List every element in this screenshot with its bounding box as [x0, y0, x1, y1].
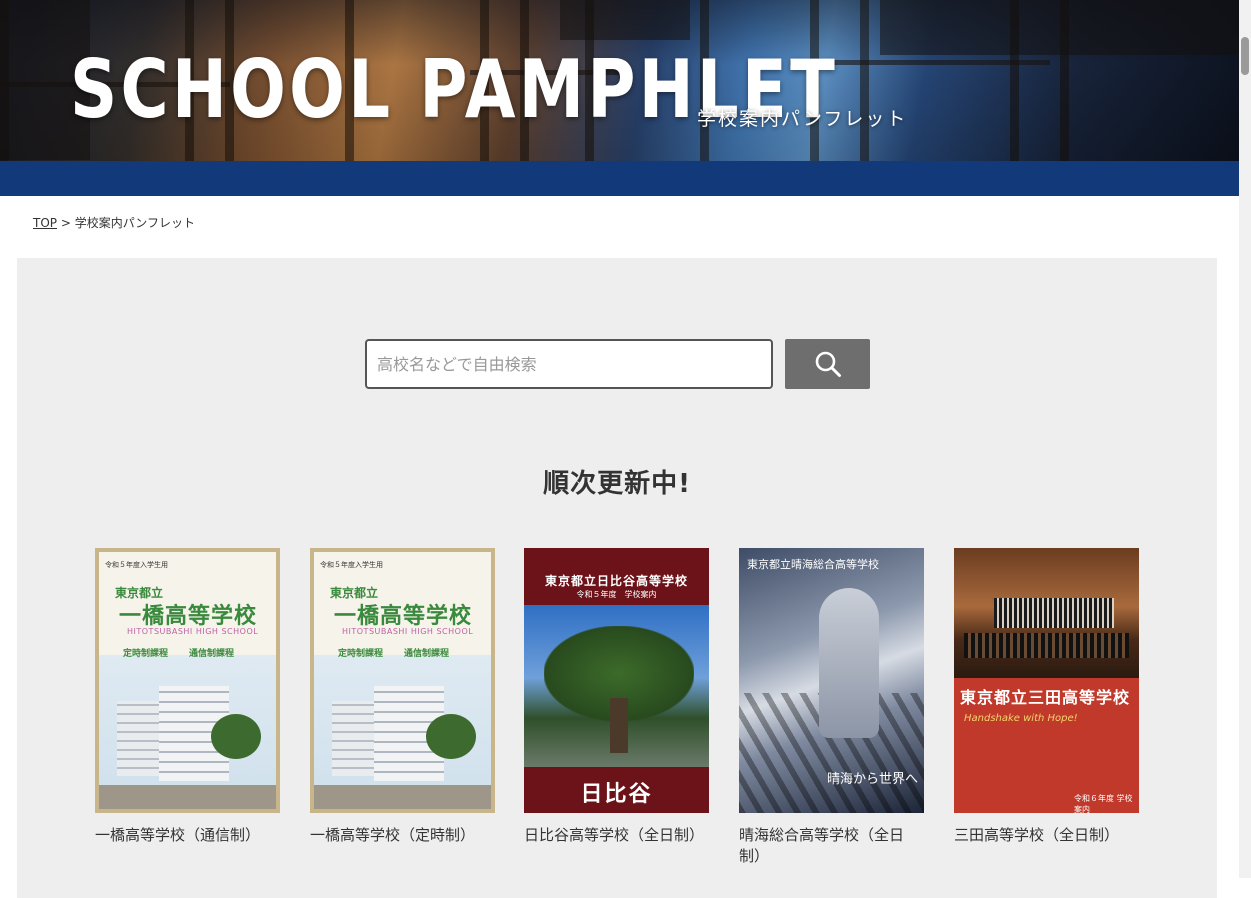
pamphlet-title[interactable]: 晴海総合高等学校（全日制）: [739, 825, 924, 867]
cover-tagline: 晴海から世界へ: [826, 772, 918, 787]
pamphlet-title[interactable]: 三田高等学校（全日制）: [954, 825, 1139, 846]
pamphlet-cover[interactable]: 東京都立三田高等学校 Handshake with Hope! 令和６年度 学校…: [954, 548, 1139, 813]
search-icon: [815, 351, 841, 377]
pamphlet-title[interactable]: 一橋高等学校（定時制）: [310, 825, 495, 846]
cover-course-a: 定時制課程: [338, 649, 384, 659]
breadcrumb-separator: >: [57, 216, 75, 230]
cover-bottom-title: 日比谷: [580, 782, 653, 807]
scrollbar-thumb[interactable]: [1241, 37, 1249, 75]
cover-top-note: 令和５年度入学生用: [105, 561, 168, 569]
pamphlet-title[interactable]: 日比谷高等学校（全日制）: [524, 825, 709, 846]
cover-footer: 令和６年度 学校案内: [1074, 794, 1133, 813]
cover-top-note: 令和５年度入学生用: [320, 561, 383, 569]
cover-course-b: 通信制課程: [404, 649, 450, 659]
pamphlet-card[interactable]: 令和５年度入学生用 東京都立 一橋高等学校 HITOTSUBASHI HIGH …: [310, 548, 495, 846]
cover-tagline: Handshake with Hope!: [964, 713, 1078, 724]
page-scrollbar[interactable]: [1239, 0, 1251, 878]
cover-title: 東京都立晴海総合高等学校: [747, 558, 879, 571]
cover-name-large: 一橋高等学校: [334, 604, 473, 629]
pamphlet-cover[interactable]: 令和５年度入学生用 東京都立 一橋高等学校 HITOTSUBASHI HIGH …: [95, 548, 280, 813]
pamphlet-title[interactable]: 一橋高等学校（通信制）: [95, 825, 280, 846]
breadcrumb: TOP > 学校案内パンフレット: [33, 214, 195, 231]
breadcrumb-current: 学校案内パンフレット: [74, 216, 195, 230]
pamphlet-cover[interactable]: 東京都立晴海総合高等学校 晴海から世界へ: [739, 548, 924, 813]
pamphlet-card[interactable]: 令和５年度入学生用 東京都立 一橋高等学校 HITOTSUBASHI HIGH …: [95, 548, 280, 846]
section-heading: 順次更新中!: [543, 469, 691, 499]
cover-title: 東京都立三田高等学校: [960, 688, 1131, 707]
pamphlet-card[interactable]: 東京都立三田高等学校 Handshake with Hope! 令和６年度 学校…: [954, 548, 1139, 846]
cover-course-a: 定時制課程: [123, 649, 169, 659]
cover-title: 東京都立日比谷高等学校: [544, 574, 688, 588]
pamphlet-card[interactable]: 東京都立日比谷高等学校 令和５年度 学校案内 日比谷 日比谷高等学校（全日制）: [524, 548, 709, 846]
pamphlet-cover[interactable]: 東京都立日比谷高等学校 令和５年度 学校案内 日比谷: [524, 548, 709, 813]
global-nav-bar: [0, 161, 1239, 196]
cover-course-b: 通信制課程: [189, 649, 235, 659]
breadcrumb-top-link[interactable]: TOP: [33, 216, 57, 230]
pamphlet-panel: 順次更新中! 令和５年度入学生用 東京都立 一橋高等学校 HITOTSUBASH…: [17, 258, 1217, 898]
cover-name-large: 一橋高等学校: [119, 604, 258, 629]
pamphlet-cover[interactable]: 令和５年度入学生用 東京都立 一橋高等学校 HITOTSUBASHI HIGH …: [310, 548, 495, 813]
hero-subtitle: 学校案内パンフレット: [697, 108, 908, 130]
search-input[interactable]: [365, 339, 773, 389]
pamphlet-card[interactable]: 東京都立晴海総合高等学校 晴海から世界へ 晴海総合高等学校（全日制）: [739, 548, 924, 867]
cover-name-en: HITOTSUBASHI HIGH SCHOOL: [127, 627, 259, 636]
hero-banner: SCHOOL PAMPHLET 学校案内パンフレット: [0, 0, 1239, 161]
cover-subtitle: 令和５年度 学校案内: [576, 590, 657, 599]
cover-name-en: HITOTSUBASHI HIGH SCHOOL: [342, 627, 474, 636]
search-button[interactable]: [785, 339, 870, 389]
